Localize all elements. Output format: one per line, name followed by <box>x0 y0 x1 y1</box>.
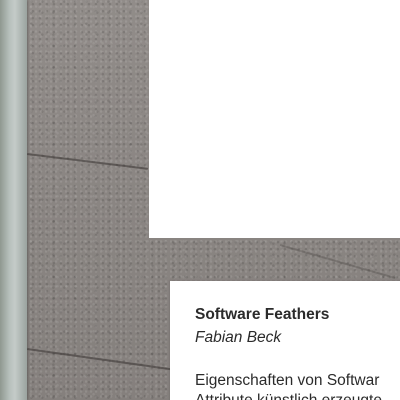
metal-post <box>0 0 27 400</box>
pavement-crack <box>279 244 396 280</box>
paper-sheet <box>149 0 400 238</box>
book-card: Software Feathers Fabian Beck Eigenschaf… <box>170 281 400 400</box>
book-description-line: Attribute künstlich erzeugte <box>195 392 382 400</box>
photo-scene: Software Feathers Fabian Beck Eigenschaf… <box>0 0 400 400</box>
pavement-crack <box>26 153 149 170</box>
book-title: Software Feathers <box>195 306 330 323</box>
pavement-crack <box>26 348 176 371</box>
book-description-line: Eigenschaften von Softwar <box>195 372 380 389</box>
book-author: Fabian Beck <box>195 329 282 346</box>
